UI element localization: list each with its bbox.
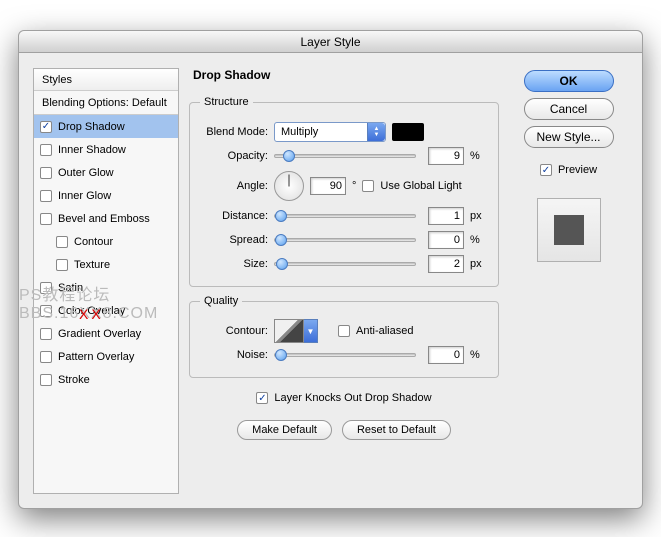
- quality-group: Quality Contour: ▼ Anti-aliased Noise:: [189, 295, 499, 378]
- style-item-label: Bevel and Emboss: [58, 213, 150, 225]
- angle-dial[interactable]: [274, 171, 304, 201]
- contour-picker[interactable]: ▼: [274, 319, 318, 343]
- style-item-satin[interactable]: Satin: [34, 276, 178, 299]
- global-light-checkbox[interactable]: [362, 180, 374, 192]
- style-item-outer-glow[interactable]: Outer Glow: [34, 161, 178, 184]
- ok-button[interactable]: OK: [524, 70, 614, 92]
- noise-slider[interactable]: [274, 353, 416, 357]
- style-item-bevel-and-emboss[interactable]: Bevel and Emboss: [34, 207, 178, 230]
- contour-swatch: [274, 319, 304, 343]
- noise-input[interactable]: [428, 346, 464, 364]
- reset-default-button[interactable]: Reset to Default: [342, 420, 451, 440]
- chevron-updown-icon: ▲▼: [367, 123, 385, 141]
- style-item-label: Outer Glow: [58, 167, 114, 179]
- preview-label: Preview: [558, 164, 597, 176]
- distance-unit: px: [470, 210, 488, 222]
- panel-title: Drop Shadow: [193, 68, 499, 82]
- style-item-label: Inner Shadow: [58, 144, 126, 156]
- style-item-label: Contour: [74, 236, 113, 248]
- blend-mode-label: Blend Mode:: [200, 126, 268, 138]
- size-label: Size:: [200, 258, 268, 270]
- blend-mode-select[interactable]: Multiply ▲▼: [274, 122, 386, 142]
- style-item-checkbox[interactable]: [40, 374, 52, 386]
- angle-input[interactable]: [310, 177, 346, 195]
- opacity-slider[interactable]: [274, 154, 416, 158]
- distance-label: Distance:: [200, 210, 268, 222]
- global-light-label: Use Global Light: [380, 180, 461, 192]
- style-item-checkbox[interactable]: [56, 259, 68, 271]
- blend-mode-value: Multiply: [281, 126, 318, 138]
- style-item-checkbox[interactable]: [40, 282, 52, 294]
- structure-group: Structure Blend Mode: Multiply ▲▼ Opacit…: [189, 96, 499, 287]
- blending-options-row[interactable]: Blending Options: Default: [34, 91, 178, 115]
- spread-slider[interactable]: [274, 238, 416, 242]
- opacity-input[interactable]: [428, 147, 464, 165]
- quality-legend: Quality: [200, 295, 242, 307]
- spread-input[interactable]: [428, 231, 464, 249]
- structure-legend: Structure: [200, 96, 253, 108]
- distance-input[interactable]: [428, 207, 464, 225]
- style-item-texture[interactable]: Texture: [34, 253, 178, 276]
- distance-slider[interactable]: [274, 214, 416, 218]
- style-item-label: Satin: [58, 282, 83, 294]
- preview-checkbox[interactable]: [540, 164, 552, 176]
- styles-panel: Styles Blending Options: Default Drop Sh…: [33, 68, 179, 494]
- style-item-checkbox[interactable]: [56, 236, 68, 248]
- preview-swatch: [537, 198, 601, 262]
- style-item-label: Color Overlay: [58, 305, 125, 317]
- make-default-button[interactable]: Make Default: [237, 420, 332, 440]
- style-item-label: Pattern Overlay: [58, 351, 134, 363]
- size-slider[interactable]: [274, 262, 416, 266]
- style-item-inner-glow[interactable]: Inner Glow: [34, 184, 178, 207]
- style-item-color-overlay[interactable]: Color Overlay: [34, 299, 178, 322]
- style-item-contour[interactable]: Contour: [34, 230, 178, 253]
- style-item-checkbox[interactable]: [40, 167, 52, 179]
- chevron-down-icon: ▼: [304, 319, 318, 343]
- style-item-checkbox[interactable]: [40, 121, 52, 133]
- new-style-button[interactable]: New Style...: [524, 126, 614, 148]
- noise-unit: %: [470, 349, 488, 361]
- style-item-pattern-overlay[interactable]: Pattern Overlay: [34, 345, 178, 368]
- opacity-unit: %: [470, 150, 488, 162]
- style-item-gradient-overlay[interactable]: Gradient Overlay: [34, 322, 178, 345]
- spread-label: Spread:: [200, 234, 268, 246]
- shadow-color-swatch[interactable]: [392, 123, 424, 141]
- size-unit: px: [470, 258, 488, 270]
- style-item-stroke[interactable]: Stroke: [34, 368, 178, 391]
- anti-aliased-checkbox[interactable]: [338, 325, 350, 337]
- knockout-label: Layer Knocks Out Drop Shadow: [274, 392, 431, 404]
- contour-label: Contour:: [200, 325, 268, 337]
- knockout-checkbox[interactable]: [256, 392, 268, 404]
- style-item-checkbox[interactable]: [40, 305, 52, 317]
- angle-unit: °: [352, 180, 356, 192]
- opacity-label: Opacity:: [200, 150, 268, 162]
- noise-label: Noise:: [200, 349, 268, 361]
- style-item-checkbox[interactable]: [40, 213, 52, 225]
- style-item-drop-shadow[interactable]: Drop Shadow: [34, 115, 178, 138]
- window-title: Layer Style: [19, 31, 642, 53]
- angle-label: Angle:: [200, 180, 268, 192]
- style-item-checkbox[interactable]: [40, 144, 52, 156]
- style-item-label: Inner Glow: [58, 190, 111, 202]
- right-panel: OK Cancel New Style... Preview: [509, 68, 628, 494]
- styles-header[interactable]: Styles: [34, 69, 178, 91]
- style-item-checkbox[interactable]: [40, 328, 52, 340]
- cancel-button[interactable]: Cancel: [524, 98, 614, 120]
- anti-aliased-label: Anti-aliased: [356, 325, 413, 337]
- settings-panel: Drop Shadow Structure Blend Mode: Multip…: [189, 68, 499, 494]
- style-item-checkbox[interactable]: [40, 190, 52, 202]
- style-item-label: Texture: [74, 259, 110, 271]
- spread-unit: %: [470, 234, 488, 246]
- style-item-inner-shadow[interactable]: Inner Shadow: [34, 138, 178, 161]
- style-item-label: Stroke: [58, 374, 90, 386]
- style-item-label: Drop Shadow: [58, 121, 125, 133]
- style-item-checkbox[interactable]: [40, 351, 52, 363]
- style-item-label: Gradient Overlay: [58, 328, 141, 340]
- size-input[interactable]: [428, 255, 464, 273]
